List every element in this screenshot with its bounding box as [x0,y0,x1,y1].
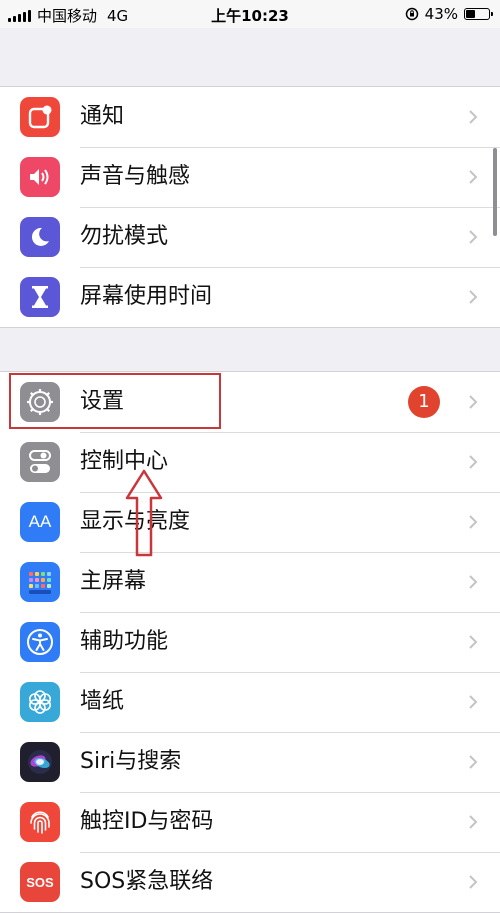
rotation-lock-icon [405,7,418,21]
chevron-right-icon [469,230,478,244]
row-do-not-disturb[interactable]: 勿扰模式 [0,207,500,267]
row-label: 勿扰模式 [80,224,169,249]
chevron-right-icon [469,395,478,409]
settings-group-notifications: 通知 声音与触感 勿扰模式 屏幕使用时间 [0,86,500,328]
status-bar: 中国移动 4G 上午10:23 43% [0,0,500,28]
row-siri-search[interactable]: Siri与搜索 [0,732,500,792]
sounds-icon [20,157,60,197]
chevron-right-icon [469,110,478,124]
fingerprint-icon [20,802,60,842]
row-wallpaper[interactable]: 墙纸 [0,672,500,732]
chevron-right-icon [469,755,478,769]
notifications-icon [20,97,60,137]
hourglass-icon [20,277,60,317]
moon-icon [20,217,60,257]
row-label: SOS紧急联络 [80,869,214,894]
chevron-right-icon [469,815,478,829]
display-aa-text: AA [28,512,52,531]
chevron-right-icon [469,875,478,889]
chevron-right-icon [469,515,478,529]
up-arrow-annotation-icon [125,469,163,557]
siri-icon [20,742,60,782]
row-home-screen[interactable]: 主屏幕 [0,552,500,612]
row-emergency-sos[interactable]: SOS SOS紧急联络 [0,852,500,912]
sos-icon: SOS [20,862,60,902]
row-label: 主屏幕 [80,569,147,594]
scroll-indicator [493,148,497,236]
row-screen-time[interactable]: 屏幕使用时间 [0,267,500,327]
wallpaper-icon [20,682,60,722]
row-accessibility[interactable]: 辅助功能 [0,612,500,672]
row-touch-id-passcode[interactable]: 触控ID与密码 [0,792,500,852]
highlight-annotation-box [9,373,221,429]
battery-percent: 43% [424,5,458,23]
row-label: 通知 [80,104,125,129]
row-label: 屏幕使用时间 [80,284,213,309]
row-display-brightness[interactable]: AA 显示与亮度 [0,492,500,552]
chevron-right-icon [469,575,478,589]
chevron-right-icon [469,695,478,709]
home-screen-icon [20,562,60,602]
accessibility-icon [20,622,60,662]
row-control-center[interactable]: 控制中心 [0,432,500,492]
chevron-right-icon [469,455,478,469]
row-label: 声音与触感 [80,164,191,189]
chevron-right-icon [469,635,478,649]
row-label: 墙纸 [80,689,125,714]
display-aa-icon: AA [20,502,60,542]
notification-badge: 1 [408,386,440,418]
chevron-right-icon [469,290,478,304]
chevron-right-icon [469,170,478,184]
row-notifications[interactable]: 通知 [0,87,500,147]
row-label: 辅助功能 [80,629,169,654]
row-sounds[interactable]: 声音与触感 [0,147,500,207]
row-label: 触控ID与密码 [80,809,214,834]
sos-icon-text: SOS [26,874,54,890]
settings-group-general: 设置 1 控制中心 AA 显示与亮度 主屏幕 辅助功能 墙纸 Siri与搜索 触… [0,371,500,913]
battery-icon [464,8,493,20]
toggles-icon [20,442,60,482]
row-label: Siri与搜索 [80,749,182,774]
